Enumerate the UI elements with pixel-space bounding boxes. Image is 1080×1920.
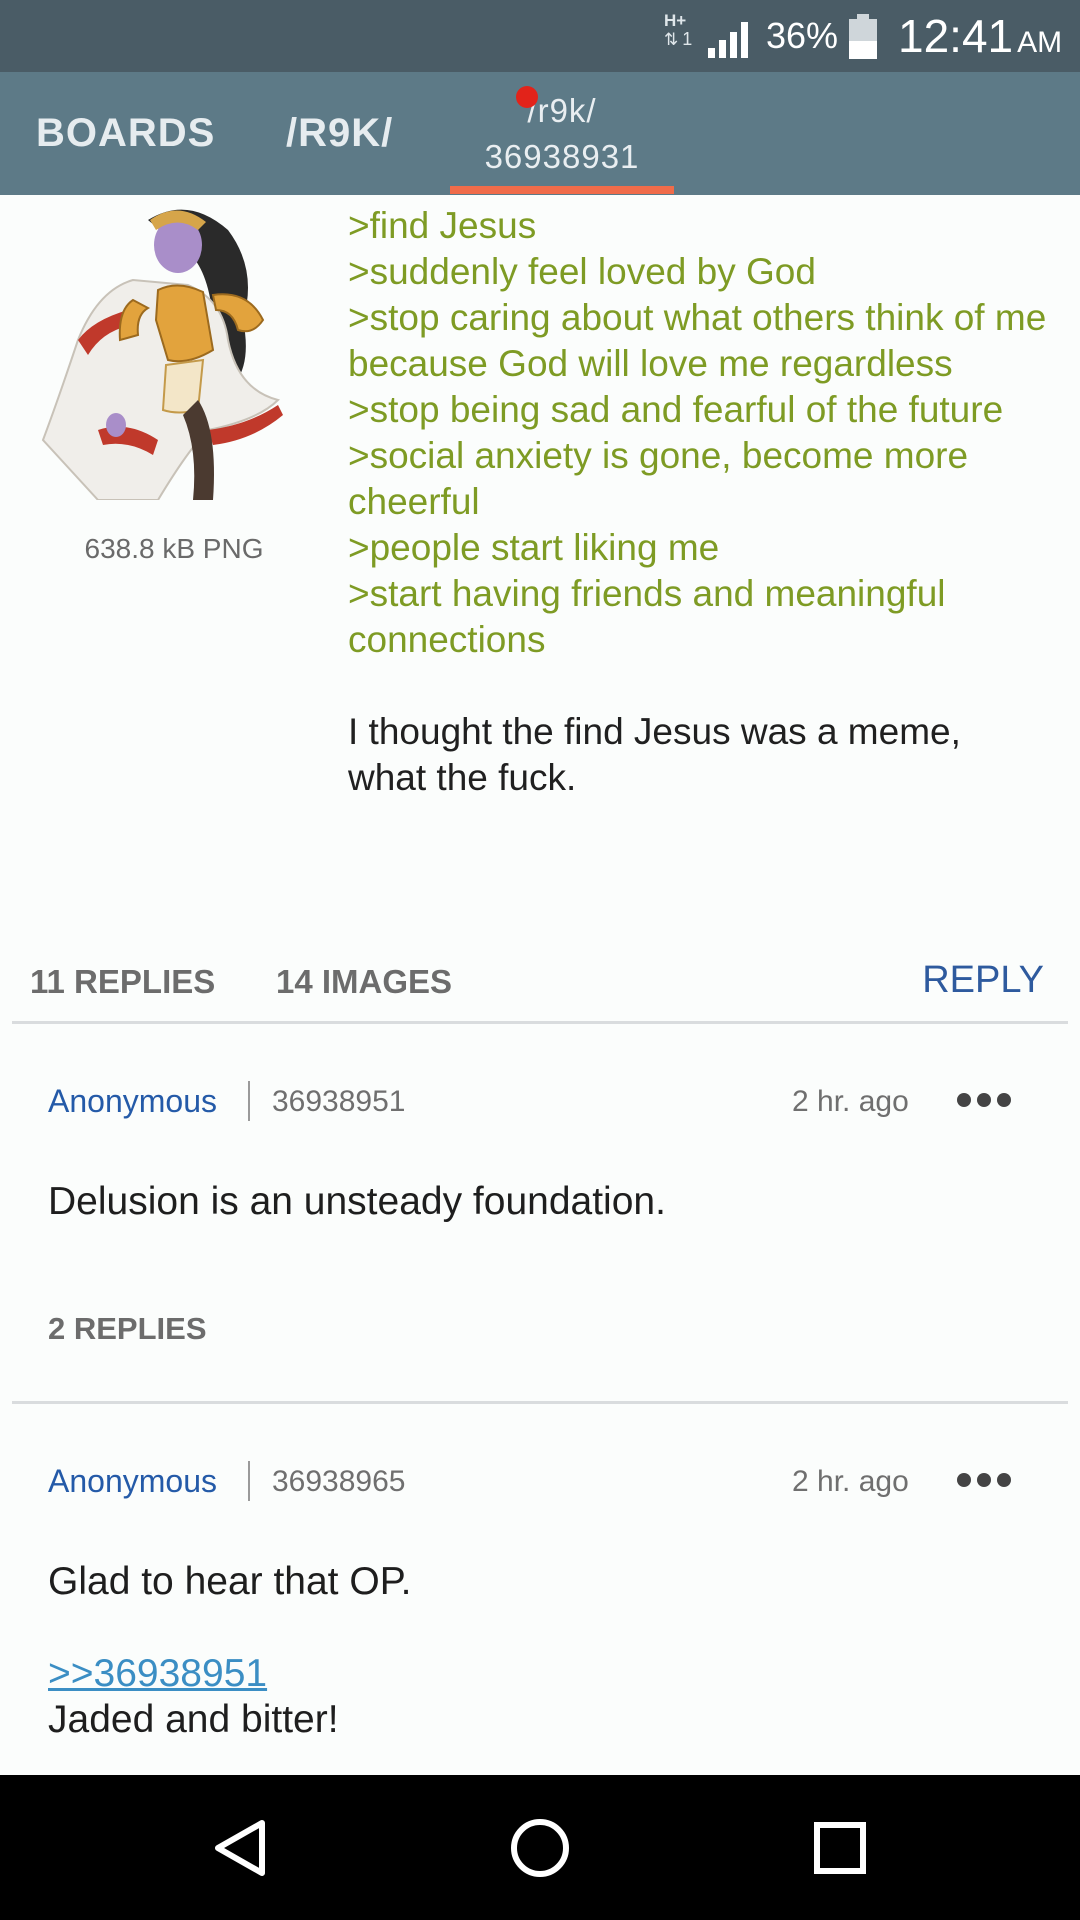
home-circle-icon: [511, 1818, 569, 1877]
tab-thread[interactable]: /r9k/ 36938931: [452, 72, 672, 195]
clock: 12:41 AM: [898, 12, 1062, 67]
recents-button[interactable]: [780, 1775, 900, 1920]
tab-board-label: /R9K/: [286, 111, 394, 155]
op-image-count[interactable]: 14 IMAGES: [276, 963, 452, 1001]
post-comment: Delusion is an unsteady foundation.: [48, 1180, 666, 1223]
greentext-line: >suddenly feel loved by God: [348, 251, 816, 292]
op-footer: 11 REPLIES 14 IMAGES REPLY: [0, 945, 1080, 1017]
home-button[interactable]: [480, 1775, 600, 1920]
clock-ampm: AM: [1017, 26, 1063, 59]
greentext-line: >start having friends and meaningful con…: [348, 573, 946, 660]
tab-thread-number: 36938931: [484, 137, 640, 175]
op-comment: >find Jesus >suddenly feel loved by God …: [348, 203, 1048, 801]
battery-percent: 36%: [766, 15, 839, 56]
greentext-line: >stop being sad and fearful of the futur…: [348, 389, 1004, 430]
post-comment: Glad to hear that OP. >>36938951 Jaded a…: [48, 1559, 412, 1743]
recents-square-icon: [814, 1821, 866, 1874]
poster-name: Anonymous: [48, 1463, 217, 1499]
post-time: 2 hr. ago: [792, 1085, 909, 1118]
header-separator: [248, 1081, 250, 1121]
back-triangle-icon: [215, 1819, 265, 1876]
battery-icon: [849, 14, 877, 59]
tab-boards[interactable]: BOARDS: [36, 72, 215, 195]
post-divider: [12, 1401, 1068, 1404]
more-horizontal-icon[interactable]: [956, 1085, 1012, 1115]
network-type: H+ ⇅ 1: [664, 12, 694, 62]
clock-time: 12:41: [898, 10, 1014, 62]
greentext-line: >stop caring about what others think of …: [348, 297, 1047, 384]
post-divider: [12, 1021, 1068, 1024]
back-button[interactable]: [180, 1775, 300, 1920]
quote-link[interactable]: >>36938951: [48, 1652, 267, 1695]
selected-tab-indicator: [450, 186, 674, 194]
op-reply-count[interactable]: 11 REPLIES: [30, 963, 215, 1001]
notification-dot: [516, 86, 538, 108]
poster-name: Anonymous: [48, 1083, 217, 1119]
post-comment-line: Glad to hear that OP.: [48, 1560, 412, 1603]
post-comment-line: Jaded and bitter!: [48, 1698, 339, 1741]
op-comment-text: I thought the find Jesus was a meme, wha…: [348, 711, 961, 798]
op-image-thumbnail[interactable]: [38, 200, 324, 500]
network-type-label: H+: [664, 11, 687, 30]
navigation-bar: [0, 1775, 1080, 1920]
post-reply-count[interactable]: 2 REPLIES: [48, 1311, 207, 1347]
greentext-line: >social anxiety is gone, become more che…: [348, 435, 969, 522]
thread-content[interactable]: 638.8 kB PNG >find Jesus >suddenly feel …: [0, 195, 1080, 1775]
more-horizontal-icon[interactable]: [956, 1465, 1012, 1495]
post-time: 2 hr. ago: [792, 1465, 909, 1498]
app-bar: BOARDS /R9K/ /r9k/ 36938931: [0, 72, 1080, 195]
greentext-line: >find Jesus: [348, 205, 537, 246]
sim-slot-label: 1: [682, 29, 693, 49]
post-number[interactable]: 36938965: [272, 1465, 405, 1499]
header-separator: [248, 1461, 250, 1501]
greentext-line: >people start liking me: [348, 527, 720, 568]
op-file-info: 638.8 kB PNG: [84, 533, 264, 564]
tab-board-r9k[interactable]: /R9K/: [286, 72, 393, 195]
signal-icon: [708, 22, 748, 58]
status-bar: H+ ⇅ 1 36% 12:41 AM: [0, 0, 1080, 72]
reply-button[interactable]: REPLY: [922, 959, 1044, 1002]
post-number[interactable]: 36938951: [272, 1085, 405, 1119]
data-arrows-icon: ⇅ 1: [664, 29, 693, 49]
tab-boards-label: BOARDS: [36, 111, 216, 155]
